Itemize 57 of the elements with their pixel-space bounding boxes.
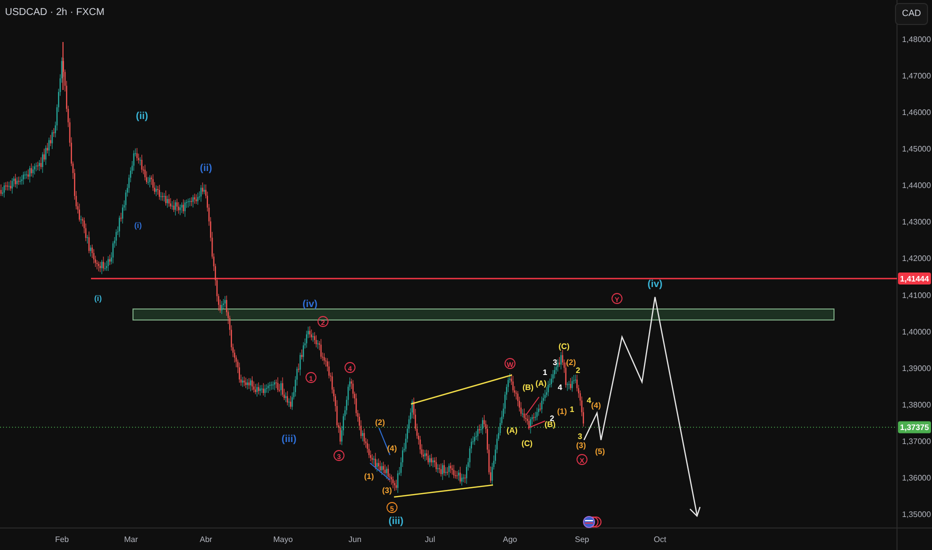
wave-label: (1) xyxy=(557,407,567,416)
price-axis-label: 1,37000 xyxy=(902,436,931,446)
time-axis-label: Mayo xyxy=(273,535,293,544)
wave-label: (4) xyxy=(387,444,397,453)
wave-label: 4 xyxy=(586,396,592,405)
wave-label: (ii) xyxy=(136,111,148,122)
price-axis-label: 1,40000 xyxy=(902,327,931,336)
time-axis-label: Jun xyxy=(348,535,362,544)
wave-label: (iii) xyxy=(282,434,296,445)
wave-label: 2 xyxy=(576,366,580,375)
wave-label: (1) xyxy=(364,472,374,481)
wave-label: (ii) xyxy=(200,163,212,174)
price-axis-label: 1,46000 xyxy=(902,108,931,118)
price-axis-label: 1,38000 xyxy=(902,400,931,410)
wave-label: (C) xyxy=(558,342,570,351)
price-axis-label: 1,43000 xyxy=(902,218,931,227)
price-axis-label: 1,36000 xyxy=(902,473,931,482)
price-axis-label: 1,42000 xyxy=(902,254,931,264)
wave-label: (i) xyxy=(94,294,102,303)
wave-label: (2) xyxy=(566,358,576,367)
time-axis-label: Ago xyxy=(502,535,518,544)
wave-label: 3 xyxy=(578,432,582,441)
wave-label: (4) xyxy=(591,401,601,410)
wave-label: (2) xyxy=(375,418,385,427)
wave-label: (5) xyxy=(595,447,605,456)
time-axis-label: Jul xyxy=(424,535,436,544)
time-axis-label: Mar xyxy=(124,535,138,544)
wave-label: 3 xyxy=(552,358,558,367)
time-axis-label: Feb xyxy=(55,535,69,544)
wave-label: 4 xyxy=(558,383,562,392)
wave-label: 1 xyxy=(542,368,548,377)
price-axis-label: 1,39000 xyxy=(902,364,931,373)
time-axis-label: Sep xyxy=(574,535,590,544)
wave-label: (A) xyxy=(506,426,518,435)
price-axis-label: 1,47000 xyxy=(902,72,931,81)
price-axis-label: 1,45000 xyxy=(902,144,931,154)
price-axis-label: 1,41000 xyxy=(902,290,931,300)
wave-label: (3) xyxy=(576,441,586,450)
wave-label: (A) xyxy=(535,379,547,388)
price-axis-label: 1,35000 xyxy=(902,510,931,520)
wave-label: (iii) xyxy=(388,516,404,527)
symbol-title: USDCAD · 2h · FXCM xyxy=(5,6,104,20)
wave-label: (3) xyxy=(382,486,392,495)
wave-label: (iv) xyxy=(302,299,318,310)
wave-label: (C) xyxy=(521,439,533,448)
wave-label: 1 xyxy=(570,405,574,414)
wave-label: (iv) xyxy=(648,279,662,290)
wave-label: (B) xyxy=(522,383,534,392)
wave-label: (B) xyxy=(544,420,556,429)
price-tag: 1,41444 xyxy=(898,272,931,285)
time-axis-label: Abr xyxy=(200,535,212,544)
price-tag: 1,37375 xyxy=(898,421,931,434)
time-axis-label: Oct xyxy=(654,535,666,544)
price-axis-label: 1,48000 xyxy=(902,35,931,44)
currency-button[interactable]: CAD xyxy=(894,3,928,24)
wave-label: (i) xyxy=(134,221,142,230)
price-axis-label: 1,44000 xyxy=(902,181,931,190)
